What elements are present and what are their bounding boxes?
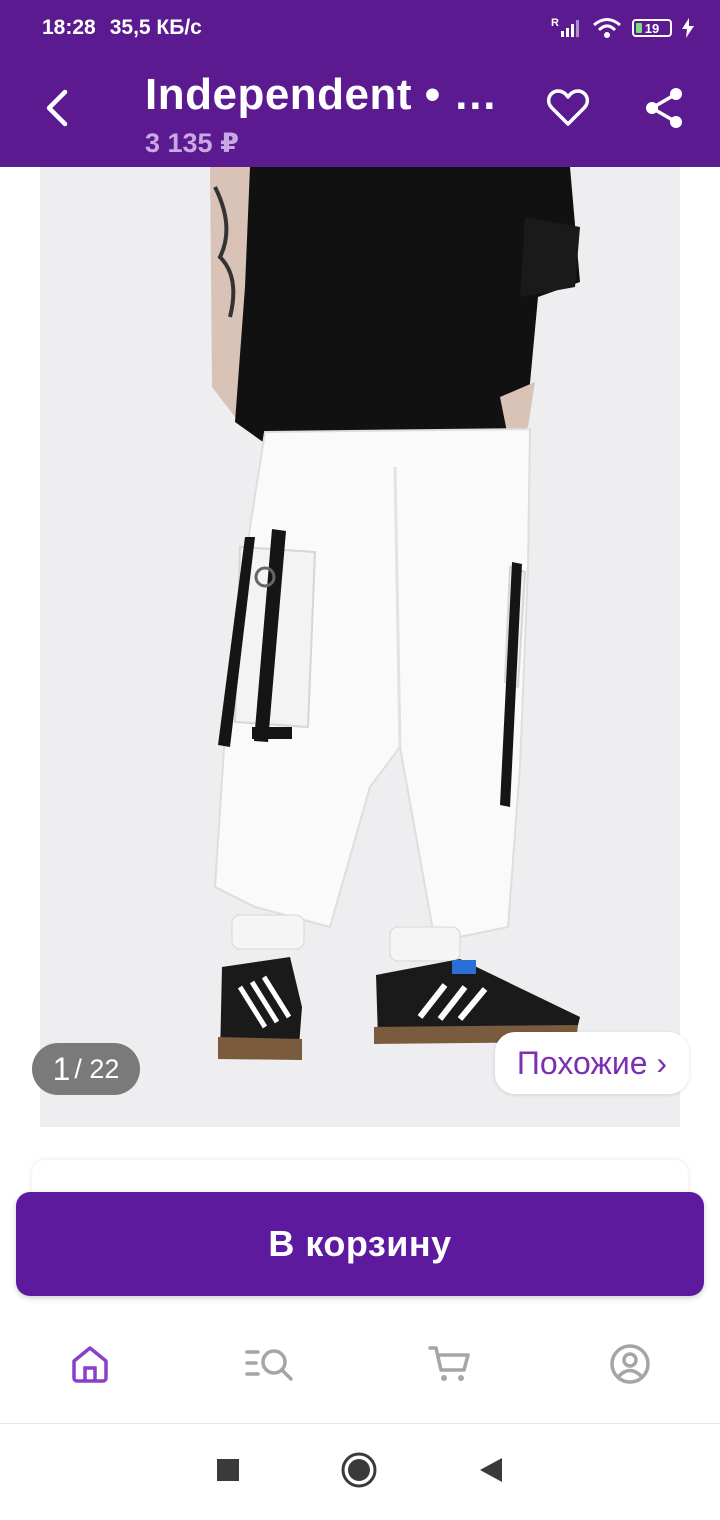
- image-counter: 1 / 22: [32, 1043, 140, 1095]
- share-button[interactable]: [636, 82, 692, 138]
- profile-icon: [609, 1343, 651, 1390]
- nav-cart[interactable]: [360, 1310, 540, 1423]
- status-bar: 18:28 35,5 КБ/с R 19: [0, 0, 720, 56]
- share-icon: [642, 86, 686, 135]
- favorite-button[interactable]: [540, 82, 596, 138]
- similar-products-button[interactable]: Похожие ›: [495, 1032, 689, 1094]
- charging-icon: [682, 18, 694, 38]
- product-image[interactable]: [40, 167, 680, 1127]
- square-icon: [217, 1458, 239, 1481]
- signal-icon: R: [551, 18, 582, 38]
- wifi-icon: [592, 17, 622, 39]
- triangle-back-icon: [480, 1457, 502, 1482]
- heart-icon: [546, 88, 590, 133]
- system-nav-bar: [0, 1424, 720, 1520]
- status-time: 18:28: [42, 16, 96, 39]
- status-net-speed: 35,5 КБ/с: [109, 16, 202, 39]
- nav-profile[interactable]: [540, 1310, 720, 1423]
- back-system-button[interactable]: [478, 1456, 504, 1489]
- recent-apps-button[interactable]: [216, 1458, 240, 1487]
- image-counter-total: / 22: [74, 1053, 120, 1084]
- back-button[interactable]: [24, 78, 88, 142]
- home-icon: [70, 1344, 110, 1389]
- home-system-button[interactable]: [340, 1451, 378, 1494]
- product-price: 3 135 ₽: [145, 128, 239, 158]
- product-photo: [40, 167, 680, 1127]
- bottom-nav: [0, 1310, 720, 1424]
- app-bar: Independent • Брюки 3 135 ₽: [0, 56, 720, 167]
- catalog-search-icon: [244, 1344, 296, 1389]
- arrow-left-icon: [41, 88, 71, 133]
- image-counter-current: 1: [52, 1050, 71, 1087]
- nav-home[interactable]: [0, 1310, 180, 1423]
- cart-icon: [428, 1344, 472, 1389]
- signal-tag: R: [551, 17, 559, 29]
- add-to-cart-button[interactable]: В корзину: [16, 1192, 704, 1296]
- battery-level: 19: [644, 20, 660, 36]
- circle-icon: [341, 1452, 377, 1487]
- battery-icon: 19: [632, 19, 672, 37]
- product-title: Independent • Брюки: [145, 70, 525, 119]
- nav-catalog[interactable]: [180, 1310, 360, 1423]
